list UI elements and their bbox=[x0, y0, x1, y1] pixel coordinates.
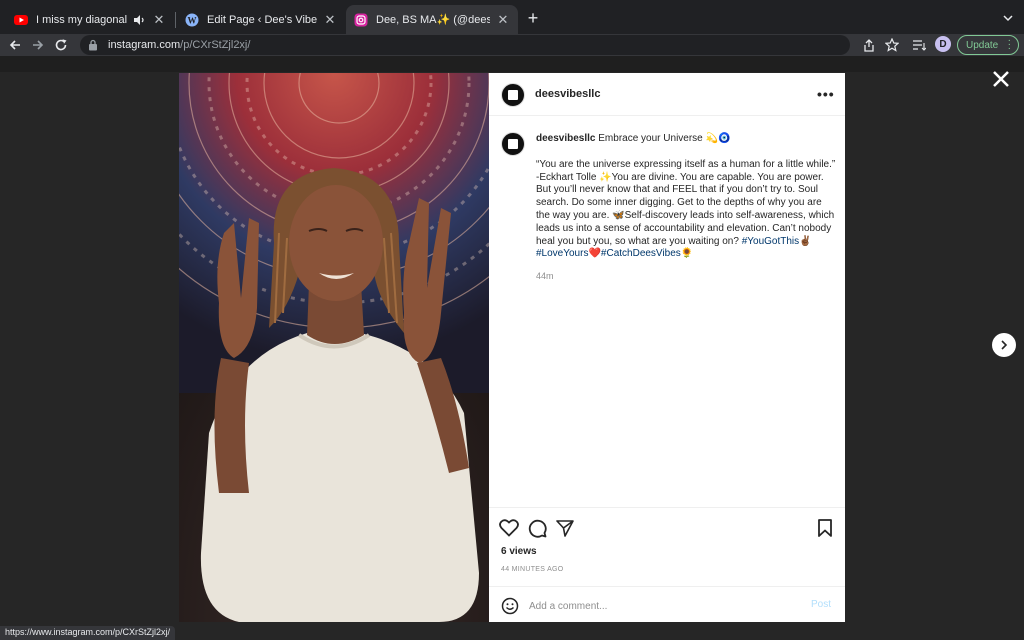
hashtag-emoji: 🌻 bbox=[680, 248, 694, 260]
caption-timestamp[interactable]: 44m bbox=[536, 271, 554, 281]
update-button[interactable]: Update · · · bbox=[957, 35, 1019, 55]
kebab-menu-icon[interactable]: · · · bbox=[1008, 36, 1011, 54]
post-time-ago[interactable]: 44 MINUTES AGO bbox=[501, 566, 564, 573]
back-icon[interactable] bbox=[4, 34, 26, 56]
tab-youtube[interactable]: I miss my diagonal grilled c ✕ bbox=[6, 5, 174, 34]
tab-title: I miss my diagonal grilled c bbox=[36, 13, 130, 26]
url-path: /p/CXrStZjl2xj/ bbox=[180, 39, 251, 51]
tab-title: Edit Page ‹ Dee's Vibes — Wor bbox=[207, 13, 317, 26]
caption-username[interactable]: deesvibesllc bbox=[536, 133, 595, 144]
close-tab-icon[interactable]: ✕ bbox=[496, 12, 510, 28]
new-tab-button[interactable]: + bbox=[523, 8, 543, 28]
tab-instagram[interactable]: Dee, BS MA✨ (@deesvibesllc ✕ bbox=[346, 5, 518, 34]
speaker-icon[interactable] bbox=[134, 14, 146, 25]
post-details-panel: deesvibesllc ••• deesvibesllc Embrace yo… bbox=[489, 73, 845, 622]
comment-bar: Post bbox=[489, 586, 845, 623]
comment-input[interactable] bbox=[529, 599, 789, 613]
close-icon[interactable] bbox=[990, 68, 1012, 90]
status-bar-url: https://www.instagram.com/p/CXrStZjl2xj/ bbox=[0, 626, 176, 640]
caption-body: “You are the universe expressing itself … bbox=[536, 158, 836, 247]
address-bar[interactable]: instagram.com/p/CXrStZjl2xj/ bbox=[80, 35, 850, 55]
tab-title: Dee, BS MA✨ (@deesvibesllc bbox=[376, 14, 490, 26]
chevron-right-icon bbox=[999, 340, 1009, 350]
tab-wordpress[interactable]: W Edit Page ‹ Dee's Vibes — Wor ✕ bbox=[177, 5, 345, 34]
caption-title: Embrace your Universe 💫🧿 bbox=[598, 133, 731, 144]
close-tab-icon[interactable]: ✕ bbox=[152, 12, 166, 28]
share-paper-plane-icon[interactable] bbox=[555, 518, 575, 538]
view-count[interactable]: 6 views bbox=[501, 546, 537, 557]
url-host: instagram.com bbox=[108, 39, 181, 51]
hashtag-link[interactable]: #LoveYours bbox=[536, 248, 588, 259]
youtube-icon bbox=[14, 13, 28, 27]
bookmark-star-icon[interactable] bbox=[884, 37, 900, 53]
hashtag-emoji: ✌🏾 bbox=[799, 235, 812, 247]
next-post-button[interactable] bbox=[992, 333, 1016, 357]
save-bookmark-icon[interactable] bbox=[815, 518, 835, 538]
comment-icon[interactable] bbox=[527, 518, 547, 538]
close-tab-icon[interactable]: ✕ bbox=[323, 12, 337, 28]
post-actions: 6 views 44 MINUTES AGO Post bbox=[489, 507, 845, 622]
post-video[interactable] bbox=[179, 73, 489, 622]
post-caption: deesvibesllc Embrace your Universe 💫🧿 “Y… bbox=[536, 133, 836, 274]
hashtag-link[interactable]: #YouGotThis bbox=[742, 236, 799, 247]
tab-strip: I miss my diagonal grilled c ✕ W Edit Pa… bbox=[0, 0, 1024, 34]
heart-icon[interactable] bbox=[499, 518, 519, 538]
dimmed-page-header bbox=[0, 56, 1024, 72]
update-label: Update bbox=[966, 39, 999, 51]
post-comment-button[interactable]: Post bbox=[811, 599, 831, 610]
reading-list-icon[interactable] bbox=[911, 37, 927, 53]
forward-icon[interactable] bbox=[27, 34, 49, 56]
post-header: deesvibesllc ••• bbox=[489, 73, 845, 116]
more-options-icon[interactable]: ••• bbox=[817, 86, 835, 102]
chevron-down-icon[interactable] bbox=[1000, 10, 1016, 26]
browser-toolbar: instagram.com/p/CXrStZjl2xj/ D Update · ·… bbox=[0, 34, 1024, 56]
avatar[interactable] bbox=[501, 83, 525, 107]
svg-text:W: W bbox=[188, 15, 197, 25]
profile-avatar[interactable]: D bbox=[935, 36, 951, 52]
reload-icon[interactable] bbox=[50, 34, 72, 56]
lock-icon[interactable] bbox=[88, 39, 100, 51]
caption-avatar[interactable] bbox=[501, 132, 525, 156]
hashtag-emoji: ❤️ bbox=[588, 248, 601, 260]
hashtag-link[interactable]: #CatchDeesVibes bbox=[601, 248, 681, 259]
post-username[interactable]: deesvibesllc bbox=[535, 88, 600, 100]
instagram-icon bbox=[354, 13, 368, 27]
wordpress-icon: W bbox=[185, 13, 199, 27]
tab-divider bbox=[175, 12, 176, 28]
emoji-icon[interactable] bbox=[501, 597, 519, 615]
share-icon[interactable] bbox=[861, 37, 877, 53]
